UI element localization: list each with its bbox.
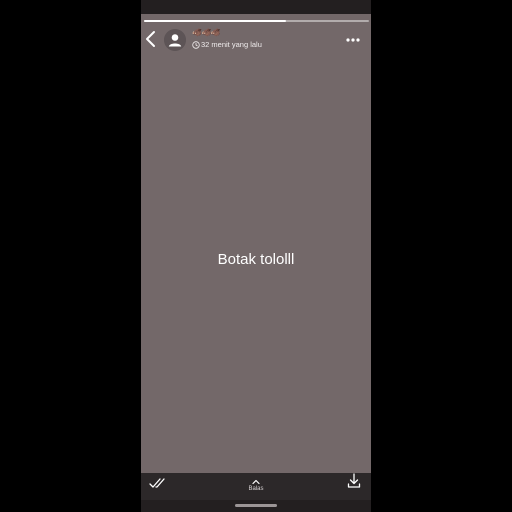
story-progress-bar: [144, 20, 369, 22]
story-progress-fill: [144, 20, 286, 22]
timestamp-text: 32 menit yang lalu: [201, 40, 262, 49]
avatar[interactable]: [164, 29, 186, 51]
download-icon[interactable]: [347, 473, 361, 489]
default-avatar-icon: [164, 29, 186, 51]
double-check-icon[interactable]: [149, 476, 167, 490]
story-timestamp: 32 menit yang lalu: [192, 40, 262, 50]
back-chevron-icon[interactable]: [143, 29, 161, 49]
story-text: Botak tololll: [217, 251, 295, 268]
more-options-icon[interactable]: [345, 32, 361, 48]
clock-icon: [192, 41, 200, 49]
phone-screen: 🐗🐗🐗 32 menit yang lalu Botak tololll Bal…: [141, 0, 371, 512]
reply-label: Balas: [248, 486, 264, 492]
chevron-up-icon: [252, 479, 260, 485]
story-username[interactable]: 🐗🐗🐗: [192, 28, 221, 38]
home-indicator[interactable]: [235, 504, 277, 507]
story-card[interactable]: [141, 14, 371, 473]
reply-button[interactable]: Balas: [236, 478, 276, 493]
